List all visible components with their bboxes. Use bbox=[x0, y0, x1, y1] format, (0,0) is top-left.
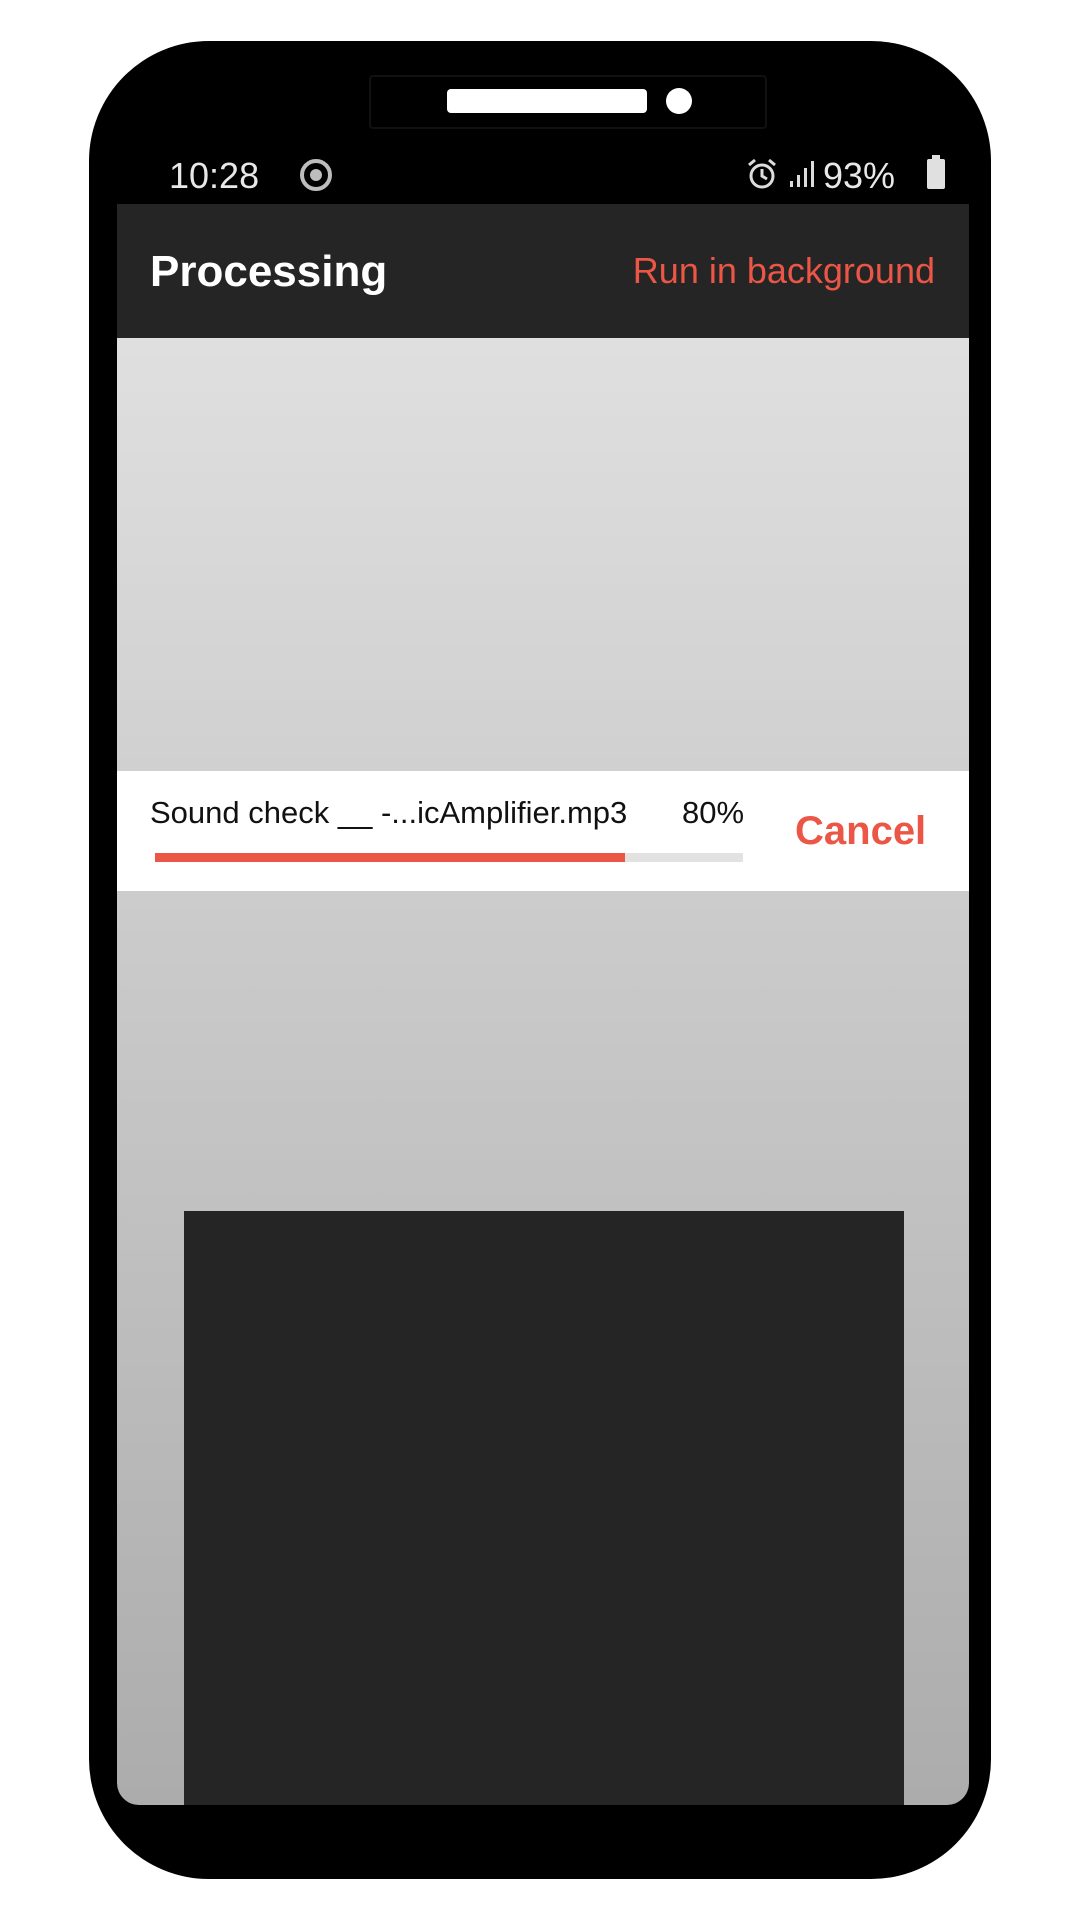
alarm-icon bbox=[748, 158, 776, 189]
run-in-background-button[interactable]: Run in background bbox=[633, 250, 935, 292]
progress-card: Sound check __ -...icAmplifier.mp3 80% C… bbox=[117, 771, 969, 891]
cancel-button[interactable]: Cancel bbox=[795, 809, 926, 854]
signal-icon bbox=[790, 161, 814, 187]
battery-percent: 93% bbox=[823, 155, 896, 196]
front-camera bbox=[666, 88, 692, 114]
phone-frame: 10:28 93% Processing Run in background S… bbox=[89, 41, 991, 1879]
status-bar: 10:28 93% bbox=[117, 145, 969, 207]
page-title: Processing bbox=[150, 247, 388, 296]
speaker-grille bbox=[447, 89, 647, 113]
progress-fill bbox=[155, 853, 626, 862]
battery-icon bbox=[927, 155, 945, 189]
status-time: 10:28 bbox=[169, 155, 260, 196]
record-icon bbox=[300, 159, 332, 191]
app-bar: Processing Run in background bbox=[117, 204, 969, 338]
preview-panel bbox=[184, 1211, 904, 1805]
progress-percent: 80% bbox=[682, 795, 745, 830]
file-name: Sound check __ -...icAmplifier.mp3 bbox=[150, 795, 628, 830]
progress-track bbox=[155, 853, 743, 862]
app-screen: Processing Run in background Sound check… bbox=[117, 204, 969, 1805]
